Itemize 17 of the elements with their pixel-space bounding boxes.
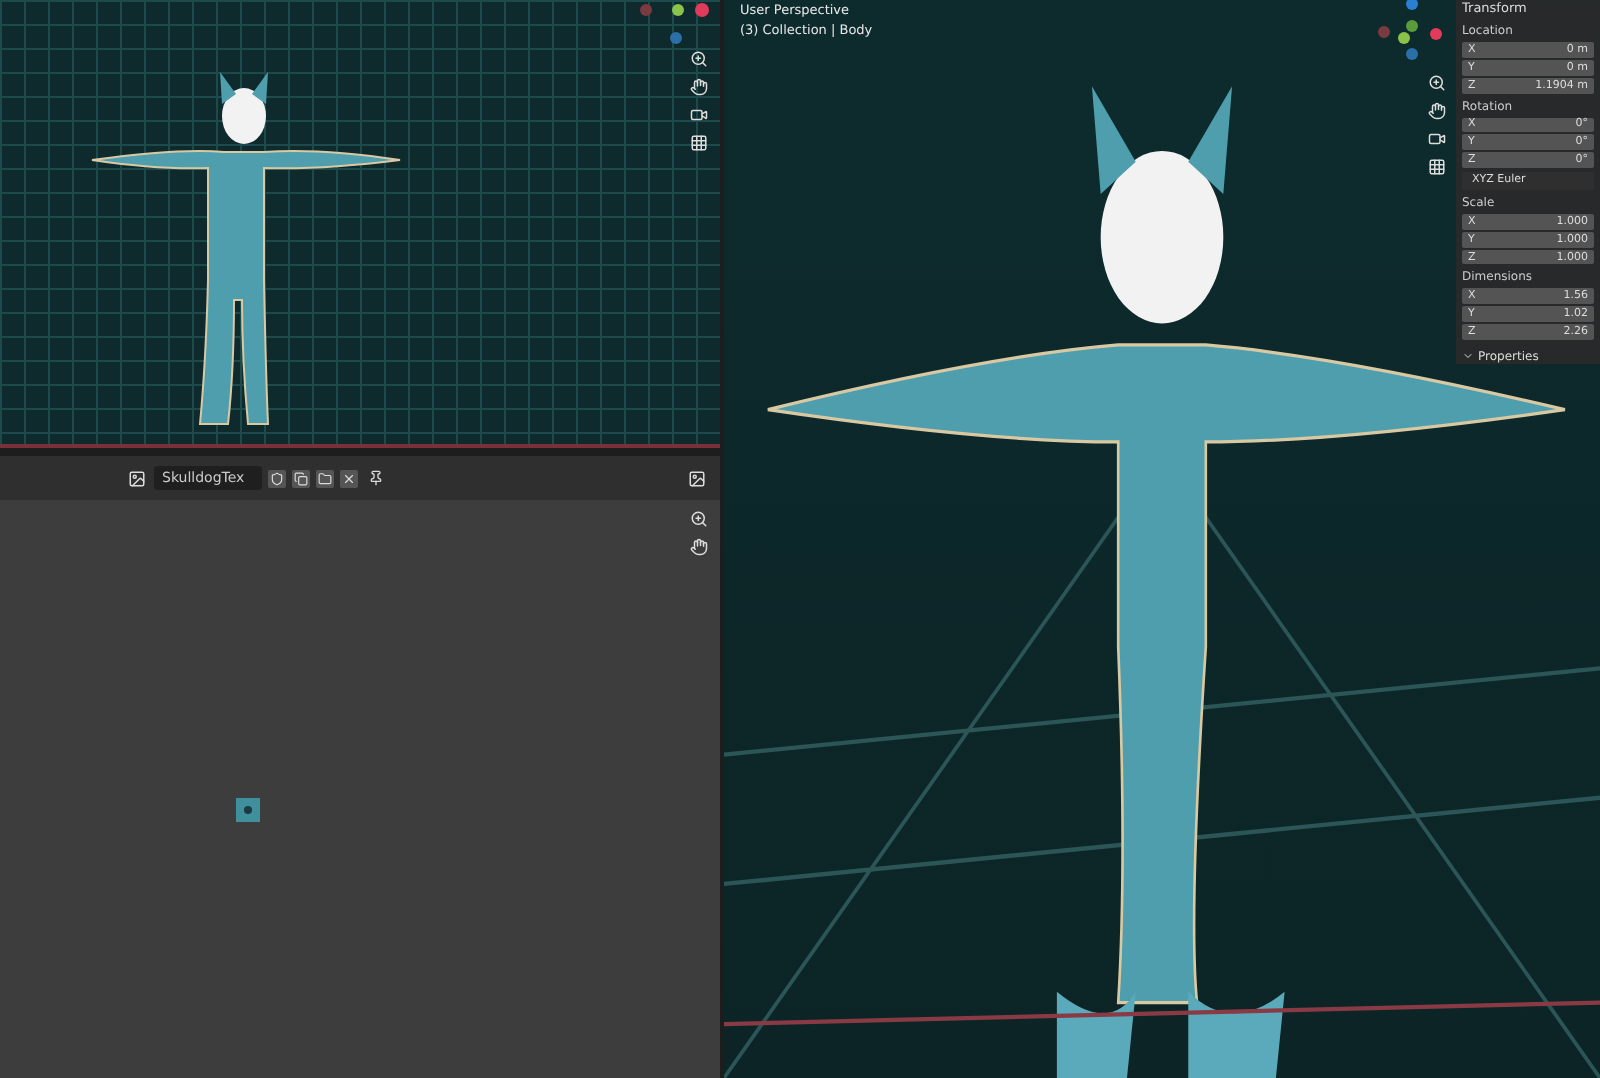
hand-icon[interactable]: [686, 536, 710, 558]
copy-icon[interactable]: [292, 469, 310, 487]
grid-icon[interactable]: [1424, 156, 1448, 178]
folder-icon[interactable]: [316, 469, 334, 487]
close-icon[interactable]: [340, 469, 358, 487]
image-icon[interactable]: [124, 467, 148, 489]
hand-icon[interactable]: [1424, 100, 1448, 122]
zoom-icon[interactable]: [1424, 72, 1448, 94]
caret-icon: [1462, 350, 1474, 363]
camera-icon[interactable]: [686, 104, 710, 126]
camera-icon[interactable]: [1424, 128, 1448, 150]
image-icon[interactable]: [684, 467, 708, 489]
zoom-icon[interactable]: [686, 508, 710, 530]
grid-icon[interactable]: [686, 132, 710, 154]
hand-icon[interactable]: [686, 76, 710, 98]
zoom-icon[interactable]: [686, 48, 710, 70]
shield-icon[interactable]: [268, 469, 286, 487]
